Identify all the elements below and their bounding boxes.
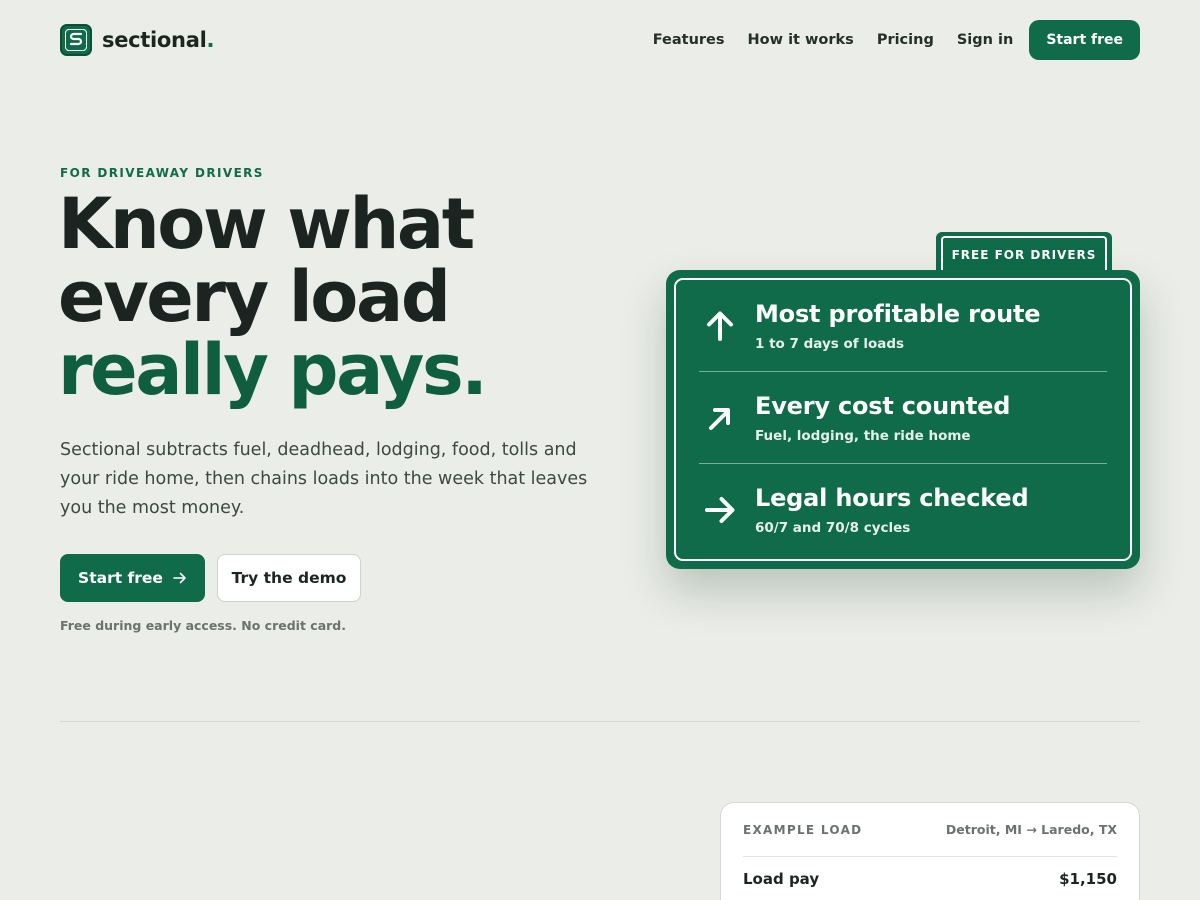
route-origin: Detroit, MI [945, 822, 1022, 837]
nav-start-free-button[interactable]: Start free [1029, 20, 1140, 60]
try-demo-button[interactable]: Try the demo [217, 554, 361, 602]
route-destination: Laredo, TX [1041, 822, 1117, 837]
top-nav: sectional. Features How it works Pricing… [60, 20, 1140, 60]
load-pay-row: Load pay $1,150 [743, 857, 1117, 900]
brand-name: sectional. [102, 28, 215, 52]
route-arrow-icon: → [1026, 822, 1037, 837]
nav-link-features[interactable]: Features [653, 32, 725, 48]
sign-row-title: Every cost counted [755, 391, 1011, 420]
sign-row-title: Legal hours checked [755, 484, 1029, 512]
headline-line-1: Know what [58, 183, 475, 265]
arrow-up-right-icon [709, 407, 730, 430]
headline-line-2: every load [58, 256, 451, 338]
example-load-label: EXAMPLE LOAD [743, 822, 863, 837]
start-free-button[interactable]: Start free [60, 554, 205, 602]
nav-link-pricing[interactable]: Pricing [877, 32, 934, 48]
nav-link-sign-in[interactable]: Sign in [957, 32, 1013, 48]
headline-accent: really pays. [58, 329, 488, 411]
nav-links: Features How it works Pricing Sign in St… [630, 20, 1140, 60]
example-load-card: EXAMPLE LOAD Detroit, MI → Laredo, TX Lo… [720, 802, 1140, 900]
sign-row-subtitle: Fuel, lodging, the ride home [755, 427, 971, 444]
road-sign-panel: Most profitable route 1 to 7 days of loa… [674, 278, 1132, 561]
load-pay-value: $1,150 [1059, 870, 1117, 888]
start-free-label: Start free [78, 569, 163, 587]
nav-link-how-it-works[interactable]: How it works [748, 32, 854, 48]
load-pay-label: Load pay [743, 870, 820, 888]
feature-road-sign: Most profitable route 1 to 7 days of loa… [666, 270, 1140, 569]
sign-row-costs: Every cost counted Fuel, lodging, the ri… [699, 372, 1107, 464]
sectional-logo-icon [60, 24, 92, 56]
section-divider [60, 721, 1140, 722]
example-load-header: EXAMPLE LOAD Detroit, MI → Laredo, TX [743, 803, 1117, 857]
sign-row-hours: Legal hours checked 60/7 and 70/8 cycles [699, 464, 1107, 556]
hero-eyebrow: FOR DRIVEAWAY DRIVERS [60, 166, 264, 180]
sign-row-subtitle: 60/7 and 70/8 cycles [755, 520, 911, 536]
arrow-up-icon [707, 311, 733, 341]
sign-row-route: Most profitable route 1 to 7 days of loa… [699, 280, 1107, 372]
hero-description: Sectional subtracts fuel, deadhead, lodg… [60, 440, 588, 518]
sign-row-title: Most profitable route [755, 299, 1041, 328]
arrow-right-icon [705, 497, 735, 523]
hero-headline: Know what every load really pays. [58, 183, 488, 411]
hero-fineprint: Free during early access. No credit card… [60, 618, 346, 633]
brand[interactable]: sectional. [60, 24, 214, 56]
example-load-route: Detroit, MI → Laredo, TX [946, 822, 1117, 837]
arrow-right-icon [173, 572, 186, 584]
sign-row-subtitle: 1 to 7 days of loads [755, 335, 905, 352]
